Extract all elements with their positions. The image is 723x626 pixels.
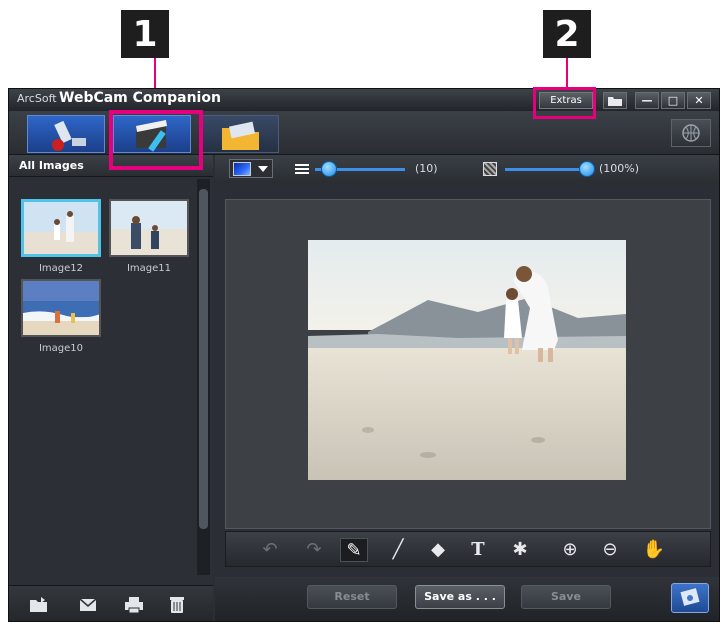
gallery-scrollbar[interactable] <box>197 179 210 575</box>
eraser-icon[interactable]: ◆ <box>424 538 452 562</box>
save-as-button[interactable]: Save as . . . <box>415 585 505 609</box>
opacity-value: (100%) <box>599 162 640 175</box>
drawing-options-bar: (10) (100%) <box>215 155 719 183</box>
color-swatch <box>233 162 251 176</box>
stamp-icon[interactable]: ✱ <box>506 538 534 562</box>
webcam-icon <box>52 120 86 151</box>
minimize-button[interactable]: — <box>635 92 659 109</box>
gallery-actions-bar <box>9 585 213 621</box>
tab-capture[interactable] <box>27 115 105 153</box>
pen-icon[interactable]: ✎ <box>340 538 368 562</box>
thumbnail-image12[interactable] <box>21 199 101 257</box>
thumbnail-image11[interactable] <box>109 199 189 257</box>
opacity-slider[interactable] <box>505 168 587 171</box>
callout-badge-1: 1 <box>121 10 169 58</box>
zoom-out-icon[interactable]: ⊖ <box>596 538 624 562</box>
print-icon[interactable] <box>124 596 144 614</box>
zoom-in-icon[interactable]: ⊕ <box>556 538 584 562</box>
share-photo-icon <box>680 588 700 606</box>
line-width-slider-knob[interactable] <box>320 161 337 177</box>
chevron-down-icon <box>258 166 268 172</box>
brush-color-picker[interactable] <box>229 159 273 178</box>
editing-canvas[interactable] <box>225 199 711 529</box>
edit-tools-bar: ↶ ↷ ✎ ╱ ◆ T ✱ ⊕ ⊖ ✋ <box>225 531 711 567</box>
hand-icon[interactable]: ✋ <box>640 538 668 562</box>
reset-button[interactable]: Reset <box>307 585 397 609</box>
image-gallery-panel: All Images Image12 Image11 Image10 <box>9 155 213 621</box>
opacity-icon <box>483 162 497 176</box>
beach-photo-thumbnail <box>24 202 98 254</box>
edit-tab-highlight <box>109 110 203 170</box>
extras-highlight <box>533 87 596 119</box>
share-button[interactable] <box>671 583 709 613</box>
action-bar: Reset Save as . . . Save <box>215 577 719 621</box>
save-button[interactable]: Save <box>521 585 611 609</box>
globe-icon <box>682 124 700 142</box>
thumbnail-label: Image11 <box>126 263 172 274</box>
folder-open-icon[interactable] <box>603 92 627 109</box>
line-width-icon <box>295 164 309 174</box>
beach-photo <box>308 240 626 480</box>
line-width-value: (10) <box>415 162 438 175</box>
text-icon[interactable]: T <box>464 538 492 562</box>
beach-photo-thumbnail <box>111 201 187 255</box>
opacity-slider-knob[interactable] <box>579 161 595 177</box>
tab-manage[interactable] <box>201 115 279 153</box>
thumbnail-label: Image12 <box>38 263 84 274</box>
line-icon[interactable]: ╱ <box>384 538 412 562</box>
brand-label: ArcSoft <box>17 92 57 105</box>
beach-photo-thumbnail <box>23 281 99 335</box>
title-bar: ArcSoft WebCam Companion Extras — □ ✕ <box>9 89 719 111</box>
scrollbar-thumb[interactable] <box>199 189 208 529</box>
gallery-title: All Images <box>19 159 84 172</box>
thumbnail-label: Image10 <box>38 343 84 354</box>
close-button[interactable]: ✕ <box>687 92 711 109</box>
redo-icon[interactable]: ↷ <box>300 538 328 562</box>
folder-icon <box>222 121 259 150</box>
email-icon[interactable] <box>79 596 99 614</box>
undo-icon[interactable]: ↶ <box>256 538 284 562</box>
maximize-button[interactable]: □ <box>661 92 685 109</box>
import-folder-icon[interactable] <box>29 596 49 614</box>
web-globe-button[interactable] <box>671 119 711 147</box>
thumbnail-image10[interactable] <box>21 279 101 337</box>
callout-leader-2 <box>566 58 568 89</box>
callout-badge-2: 2 <box>543 10 591 58</box>
delete-icon[interactable] <box>167 596 187 614</box>
edited-photo[interactable] <box>308 240 626 480</box>
app-title: WebCam Companion <box>59 90 221 106</box>
